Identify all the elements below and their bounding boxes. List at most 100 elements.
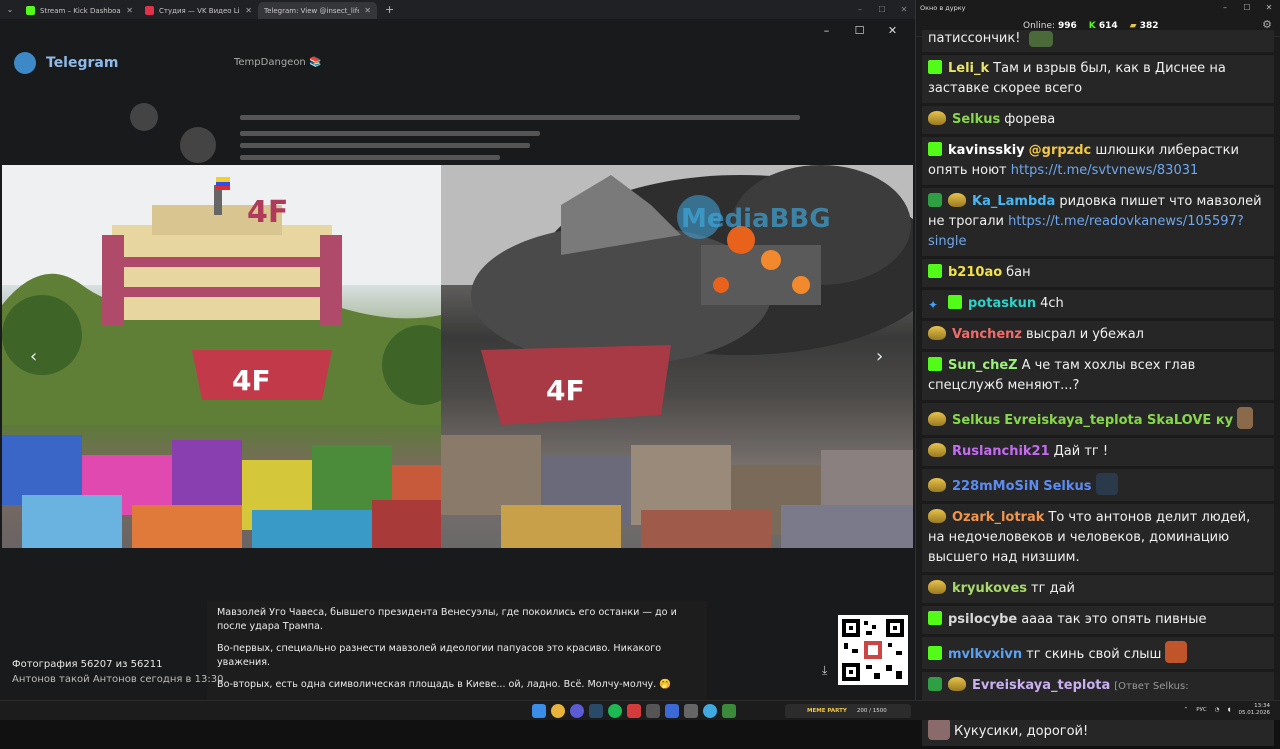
- chat-username[interactable]: 228mMoSiN: [952, 479, 1039, 494]
- minimize-icon[interactable]: –: [810, 23, 843, 39]
- tab-vk-studio[interactable]: Студия — VK Видео Live ✕: [139, 2, 258, 19]
- online-count: 996: [1057, 20, 1077, 31]
- chat-message[interactable]: Ozark_lotrak То что антонов делит людей, …: [922, 504, 1274, 572]
- sword-badge-icon: ✦: [928, 298, 939, 312]
- next-photo-arrow-icon[interactable]: ›: [876, 346, 883, 367]
- sign-4f-hill: 4F: [546, 374, 585, 407]
- photo-author-time[interactable]: Антонов такой Антонов сегодня в 13:30: [12, 674, 223, 685]
- mausoleum-before-illustration: 4F 4F: [2, 165, 441, 548]
- chat-username[interactable]: Ruslanchik21: [952, 444, 1050, 459]
- chat-username[interactable]: Selkus: [952, 413, 1000, 428]
- chat-message[interactable]: патиссончик!: [922, 30, 1274, 52]
- chat-username[interactable]: Ozark_lotrak: [952, 510, 1044, 525]
- clock[interactable]: 13:34 05.01.2026: [1239, 703, 1271, 717]
- chat-message[interactable]: Leli_k Там и взрыв был, как в Диснее на з…: [922, 55, 1274, 103]
- windows-start-icon[interactable]: [532, 704, 546, 718]
- emote-badge-icon: [948, 193, 966, 207]
- spotify-icon[interactable]: [608, 704, 622, 718]
- chat-message[interactable]: b210ao бан: [922, 259, 1274, 287]
- steam-icon[interactable]: [589, 704, 603, 718]
- emote-badge-icon: [928, 111, 946, 125]
- chat-username[interactable]: kryukoves: [952, 581, 1027, 596]
- app-icon[interactable]: [646, 704, 660, 718]
- chat-username[interactable]: Evreiskaya_teplota: [972, 678, 1110, 693]
- chat-message[interactable]: Ka_Lambda ридовка пишет что мавзолей не т…: [922, 188, 1274, 256]
- chat-username[interactable]: kavinsskiy: [948, 143, 1025, 158]
- chrome-icon[interactable]: [551, 704, 565, 718]
- system-tray: ⌃ РУС ◔ ◖ 13:34 05.01.2026: [1184, 703, 1270, 717]
- chat-username[interactable]: Leli_k: [948, 61, 989, 76]
- post-photo[interactable]: 4F 4F 4F MediaBBG ‹ ›: [2, 165, 913, 548]
- chat-message[interactable]: ✦ potaskun 4ch: [922, 290, 1274, 318]
- chat-message[interactable]: Ruslanchik21 Дай тг !: [922, 438, 1274, 466]
- message-text: высрал и убежал: [1025, 327, 1144, 342]
- kick-badge-icon: [928, 142, 942, 156]
- chat-message[interactable]: Vanchenz высрал и убежал: [922, 321, 1274, 349]
- telegram-icon[interactable]: [703, 704, 717, 718]
- chat-message[interactable]: kavinsskiy @grpzdc шлюшки либерастки опят…: [922, 137, 1274, 185]
- network-icon[interactable]: ◔: [1215, 707, 1220, 713]
- minimize-icon[interactable]: –: [1214, 3, 1236, 12]
- sign-4f-building: 4F: [247, 195, 288, 230]
- maximize-icon[interactable]: ☐: [843, 23, 876, 39]
- chat-message[interactable]: Sun_cheZ А че там хохлы всех глав спецслу…: [922, 352, 1274, 400]
- vk-favicon-icon: [145, 6, 154, 15]
- tab-title: Telegram: View @insect_life: [264, 6, 360, 15]
- clock-time: 13:34: [1254, 703, 1270, 709]
- faded-message-line: [240, 131, 540, 136]
- close-window-icon[interactable]: ✕: [893, 0, 915, 19]
- maximize-icon[interactable]: ☐: [1236, 3, 1258, 12]
- app-icon[interactable]: [627, 704, 641, 718]
- viewer-window-controls: – ☐ ✕: [810, 23, 909, 39]
- chat-link[interactable]: https://t.me/svtvnews/83031: [1011, 163, 1199, 178]
- app-icon[interactable]: [684, 704, 698, 718]
- chat-username[interactable]: Sun_cheZ: [948, 358, 1018, 373]
- message-text: патиссончик!: [928, 31, 1021, 46]
- tab-kick-dashboard[interactable]: Stream – Kick Dashboard ✕: [20, 2, 139, 19]
- chevron-up-icon[interactable]: ⌃: [1184, 707, 1189, 713]
- emote-icon: [928, 718, 950, 740]
- download-icon[interactable]: ⤓: [822, 663, 827, 678]
- close-icon[interactable]: ✕: [876, 23, 909, 39]
- photo-caption: Мавзолей Уго Чавеса, бывшего президента …: [207, 601, 707, 700]
- chat-message[interactable]: Selkus форева: [922, 106, 1274, 134]
- browser-icon[interactable]: [570, 704, 584, 718]
- vk-viewers-count: 382: [1139, 20, 1159, 31]
- chat-message[interactable]: Selkus Evreiskaya_teplota SkaLOVE ку: [922, 403, 1274, 435]
- chat-username[interactable]: Selkus: [952, 112, 1000, 127]
- widget-name: MEME PARTY: [807, 708, 847, 714]
- chat-username[interactable]: psilocybe: [948, 612, 1017, 627]
- chat-message[interactable]: kryukoves тг дай: [922, 575, 1274, 603]
- chat-message[interactable]: 228mMoSiN Selkus: [922, 469, 1274, 501]
- tab-title: Студия — VK Видео Live: [159, 6, 241, 15]
- chat-username[interactable]: Vanchenz: [952, 327, 1022, 342]
- chat-message[interactable]: mvlkvxivn тг скинь свой слыш: [922, 637, 1274, 669]
- language-indicator[interactable]: РУС: [1196, 707, 1207, 713]
- tab-bar: ⌄ Stream – Kick Dashboard ✕ Студия — VK …: [0, 0, 915, 19]
- previous-photo-arrow-icon[interactable]: ‹: [30, 346, 37, 367]
- app-icon[interactable]: [722, 704, 736, 718]
- chat-username[interactable]: Ka_Lambda: [972, 194, 1055, 209]
- chat-username[interactable]: potaskun: [968, 296, 1036, 311]
- app-icon[interactable]: [665, 704, 679, 718]
- tab-telegram[interactable]: Telegram: View @insect_life ✕: [258, 2, 377, 19]
- close-icon[interactable]: ✕: [364, 6, 371, 15]
- chat-titlebar: Окно в дурку – ☐ ✕: [916, 0, 1280, 15]
- kick-favicon-icon: [26, 6, 35, 15]
- close-icon[interactable]: ✕: [126, 6, 133, 15]
- chat-message[interactable]: psilocybe аааа так это опять пивные: [922, 606, 1274, 634]
- meme-party-widget[interactable]: MEME PARTY 200 / 1500: [785, 704, 911, 718]
- telegram-app-title: Telegram: [46, 55, 119, 71]
- maximize-icon[interactable]: ☐: [871, 0, 893, 19]
- chat-username[interactable]: mvlkvxivn: [948, 647, 1022, 662]
- kick-badge-icon: [928, 357, 942, 371]
- new-tab-button[interactable]: +: [377, 3, 402, 16]
- tab-search-button[interactable]: ⌄: [0, 0, 20, 19]
- volume-icon[interactable]: ◖: [1228, 707, 1231, 713]
- close-icon[interactable]: ✕: [1258, 3, 1280, 12]
- chat-username[interactable]: b210ao: [948, 265, 1002, 280]
- chat-mention[interactable]: @grpzdc: [1029, 143, 1092, 158]
- minimize-icon[interactable]: –: [849, 0, 871, 19]
- close-icon[interactable]: ✕: [245, 6, 252, 15]
- telegram-watermark-icon: [677, 195, 721, 239]
